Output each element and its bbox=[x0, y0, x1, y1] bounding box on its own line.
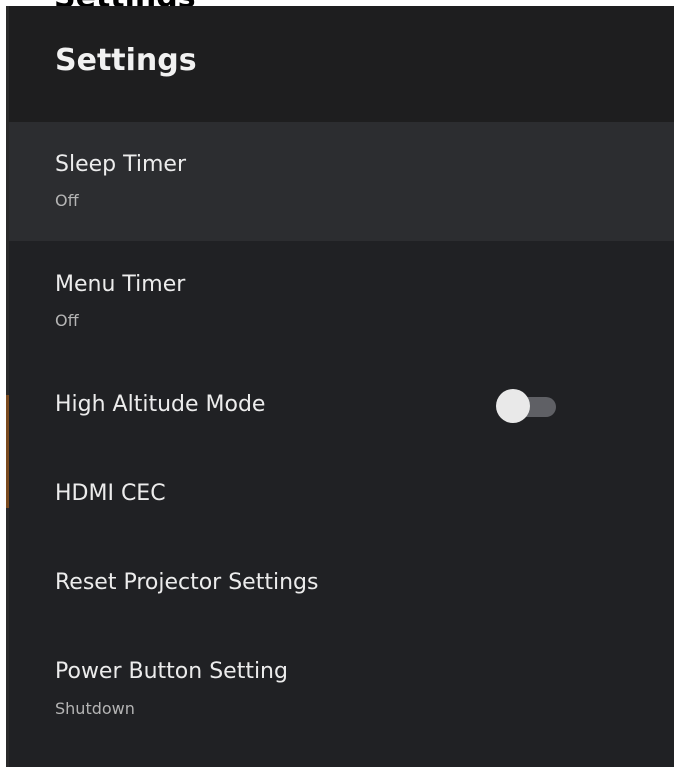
settings-item-label: Sleep Timer bbox=[55, 152, 186, 177]
settings-screen: Settings Settings Sleep Timer Off Menu T… bbox=[0, 0, 674, 767]
settings-item-label: Reset Projector Settings bbox=[55, 570, 319, 595]
settings-item-label: Menu Timer bbox=[55, 272, 186, 297]
settings-header: Settings bbox=[9, 6, 674, 122]
settings-item-power-button-setting[interactable]: Power Button Setting Shutdown bbox=[9, 629, 674, 767]
settings-panel: Settings Sleep Timer Off Menu Timer Off … bbox=[9, 6, 674, 767]
toggle-knob bbox=[496, 389, 530, 423]
settings-item-value: Shutdown bbox=[55, 699, 135, 718]
page-title: Settings bbox=[55, 43, 197, 78]
settings-item-hdmi-cec[interactable]: HDMI CEC bbox=[9, 451, 674, 539]
settings-item-sleep-timer[interactable]: Sleep Timer Off bbox=[9, 122, 674, 241]
settings-item-menu-timer[interactable]: Menu Timer Off bbox=[9, 241, 674, 359]
settings-item-value: Off bbox=[55, 191, 79, 210]
settings-item-label: Power Button Setting bbox=[55, 659, 288, 684]
settings-item-value: Off bbox=[55, 311, 79, 330]
settings-item-label: High Altitude Mode bbox=[55, 392, 266, 417]
high-altitude-toggle[interactable] bbox=[496, 389, 558, 423]
settings-item-reset-projector-settings[interactable]: Reset Projector Settings bbox=[9, 539, 674, 629]
settings-item-label: HDMI CEC bbox=[55, 481, 166, 506]
settings-item-high-altitude-mode[interactable]: High Altitude Mode bbox=[9, 359, 674, 451]
